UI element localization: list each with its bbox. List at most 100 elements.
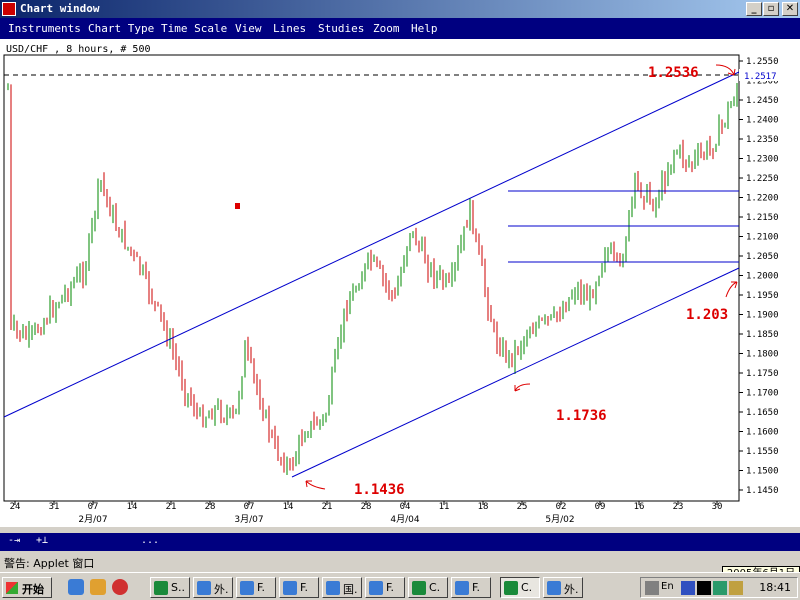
menu-studies[interactable]: Studies [318,22,364,35]
task-button-8[interactable]: F. [451,577,491,598]
x-tick-label: 21 [322,502,333,512]
menu-zoom[interactable]: Zoom [373,22,400,35]
x-month-label: 2月/07 [78,514,107,525]
menu-view[interactable]: View [235,22,262,35]
y-tick-label: 1.2550 [746,57,779,67]
annotation-mid-low: 1.1736 [556,408,607,424]
time-axis: 24 31 07 14 21 28 07 14 21 28 04 11 18 25 02 09 16 23 30 2月… [10,501,723,525]
y-tick-label: 1.1700 [746,389,779,399]
y-tick-label: 1.2300 [746,155,779,165]
zoom-out-tool[interactable]: -⇥ [8,535,20,546]
system-tray: En 18:41 [640,577,798,598]
task-button-5[interactable]: 国. [322,577,362,598]
annotation-high: 1.2536 [648,65,699,81]
x-tick-label: 16 [634,502,645,512]
price-chart[interactable]: USD/CHF , 8 hours, # 500 1.2536 1.203 1.… [0,39,800,527]
plot-border [3,54,740,502]
x-tick-label: 31 [49,502,60,512]
task-button-3[interactable]: F. [236,577,276,598]
x-tick-label: 30 [712,502,723,512]
maximize-button[interactable]: ▫ [763,2,779,16]
clock: 18:41 [759,581,791,594]
menu-lines[interactable]: Lines [273,22,306,35]
y-tick-label: 1.1950 [746,291,779,301]
price-axis: 1.25501.25001.24501.24001.23501.23001.22… [739,57,779,496]
task-button-7[interactable]: C. [408,577,448,598]
ie-icon [369,581,383,595]
x-tick-label: 11 [439,502,450,512]
chart-frame[interactable]: USD/CHF , 8 hours, # 500 1.2536 1.203 1.… [0,39,800,527]
y-tick-label: 1.2250 [746,174,779,184]
monitor-icon[interactable] [697,581,711,595]
y-tick-label: 1.2000 [746,272,779,282]
y-tick-label: 1.1600 [746,428,779,438]
x-month-label: 5月/02 [545,514,574,525]
language-indicator[interactable]: En [661,581,674,595]
y-tick-label: 1.2100 [746,233,779,243]
media-quicklaunch-icon[interactable] [112,579,128,595]
app-icon [504,581,518,595]
app-tray-icon[interactable] [713,581,727,595]
x-month-label: 3月/07 [234,514,263,525]
more-tool[interactable]: ... [141,535,159,546]
task-button-10[interactable]: 外. [543,577,583,598]
menu-help[interactable]: Help [411,22,438,35]
chart-header: USD/CHF , 8 hours, # 500 [6,44,151,55]
menu-chart-type[interactable]: Chart Type [88,22,154,35]
y-tick-label: 1.2350 [746,135,779,145]
ie-icon [455,581,469,595]
ie-icon [547,581,561,595]
ie-icon [240,581,254,595]
x-tick-label: 21 [166,502,177,512]
crosshair-tool[interactable]: +⊥ [36,535,48,546]
task-button-2[interactable]: 外. [193,577,233,598]
title-bar: Chart window _ ▫ ✕ [0,0,800,18]
close-button[interactable]: ✕ [782,2,798,16]
task-button-6[interactable]: F. [365,577,405,598]
x-tick-label: 14 [127,502,138,512]
x-month-label: 4月/04 [390,514,419,525]
x-tick-label: 14 [283,502,294,512]
red-marker [235,203,240,209]
taskbar: 开始 S.. 外. F. F. 国. F. C. F. C. 外. En 18:… [0,572,800,600]
volume-icon[interactable] [729,581,743,595]
input-method-icon[interactable] [681,581,695,595]
menu-time-scale[interactable]: Time Scale [161,22,227,35]
x-tick-label: 18 [478,502,489,512]
y-tick-label: 1.1750 [746,369,779,379]
window-title: Chart window [20,2,100,15]
x-tick-label: 07 [244,502,255,512]
y-tick-label: 1.1500 [746,467,779,477]
annotation-channel-low: 1.203 [686,307,728,323]
windows-logo-icon [6,582,18,594]
x-tick-label: 09 [595,502,606,512]
x-tick-label: 28 [361,502,372,512]
y-tick-label: 1.2050 [746,252,779,262]
y-tick-label: 1.1650 [746,408,779,418]
y-tick-label: 1.1900 [746,311,779,321]
task-button-1[interactable]: S.. [150,577,190,598]
y-tick-label: 1.2450 [746,96,779,106]
ie-icon [283,581,297,595]
x-tick-label: 23 [673,502,684,512]
ie-quicklaunch-icon[interactable] [68,579,84,595]
menu-instruments[interactable]: Instruments [8,22,81,35]
network-icon[interactable] [645,581,659,595]
outlook-quicklaunch-icon[interactable] [90,579,106,595]
app-icon [154,581,168,595]
menu-bar: Instruments Chart Type Time Scale View L… [0,18,800,39]
y-tick-label: 1.1800 [746,350,779,360]
task-button-9-active[interactable]: C. [500,577,540,598]
minimize-button[interactable]: _ [746,2,762,16]
x-tick-label: 02 [556,502,567,512]
start-button[interactable]: 开始 [2,577,52,598]
y-tick-label: 1.1450 [746,486,779,496]
x-tick-label: 07 [88,502,99,512]
ie-icon [326,581,340,595]
x-tick-label: 25 [517,502,528,512]
current-price-label: 1.2517 [744,72,777,82]
app-icon [412,581,426,595]
annotation-low: 1.1436 [354,482,405,498]
app-icon[interactable] [2,2,16,16]
task-button-4[interactable]: F. [279,577,319,598]
